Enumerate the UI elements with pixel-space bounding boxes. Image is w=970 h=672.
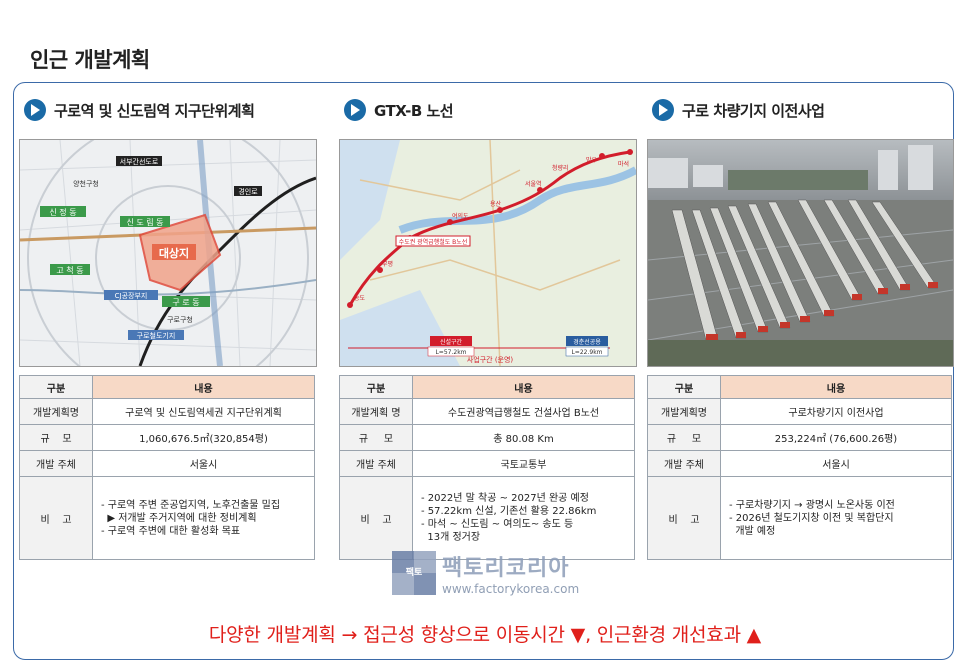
map-label-bupyeong: 부평 xyxy=(382,260,393,268)
watermark-url: www.factorykorea.com xyxy=(442,582,580,596)
row-value-name: 구로역 및 신도림역세권 지구단위계획 xyxy=(92,398,315,425)
map-label-yeouido: 여의도 xyxy=(452,212,469,220)
table-head-key: 구분 xyxy=(19,375,93,399)
map-label-maseok: 마석 xyxy=(618,160,629,168)
row-key-name: 개발계획 명 xyxy=(339,398,413,425)
slogan: 다양한 개발계획 → 접근성 향상으로 이동시간 ▼, 인근환경 개선효과 ▲ xyxy=(208,624,762,646)
map-label-depot: 구로철도기지 xyxy=(137,331,176,340)
page-title: 인근 개발계획 xyxy=(30,48,150,72)
row-key-note: 비 고 xyxy=(339,476,413,560)
map-label-cj: CJ공장부지 xyxy=(115,291,148,300)
map-label-new-section: 신설구간 xyxy=(440,338,463,346)
map-label-guro-office: 구로구청 xyxy=(167,316,193,324)
note-line: - 구로역 주변 준공업지역, 노후건출물 밀집 xyxy=(101,499,281,511)
table-head-value: 내용 xyxy=(412,375,635,399)
note-line: - 구로차량기지 → 광명시 노온사동 이전 xyxy=(729,499,895,511)
route-map-image: 수도권 광역급행철도 B노선 부평 송도 여의도 용산 서울역 청량리 망우 마… xyxy=(339,139,637,367)
row-value-note: - 구로차량기지 → 광명시 노온사동 이전 - 2026년 철도기지창 이전 … xyxy=(720,476,952,560)
watermark-name: 팩토리코리아 xyxy=(442,556,570,581)
row-key-name: 개발계획명 xyxy=(19,398,93,425)
play-icon xyxy=(24,99,46,121)
row-value-note: - 2022년 말 착공 ~ 2027년 완공 예정 - 57.22km 신설,… xyxy=(412,476,635,560)
row-value-agent: 서울시 xyxy=(720,450,952,477)
row-value-scale: 253,224㎡ (76,600.26평) xyxy=(720,424,952,451)
column-title: 구로역 및 신도림역 지구단위계획 xyxy=(54,101,255,120)
district-map-image: 대상지 구 로 동 신 도 림 동 CJ공장부지 구로철도기지 서부간선도로 경… xyxy=(19,139,317,367)
table-head-value: 내용 xyxy=(92,375,315,399)
plan-table: 구분 내용 개발계획 명 수도권광역급행철도 건설사업 B노선 규 모총 80.08… xyxy=(339,375,635,560)
note-line: 13개 정거장 xyxy=(421,532,481,543)
map-label-gyeongin: 경인로 xyxy=(238,187,258,196)
map-label-yangcheon: 양천구청 xyxy=(73,179,99,188)
row-key-note: 비 고 xyxy=(19,476,93,560)
table-head-key: 구분 xyxy=(339,375,413,399)
map-label-shared-length: L=22.9km xyxy=(571,349,602,356)
row-key-agent: 개발 주체 xyxy=(647,450,721,477)
row-value-agent: 국토교통부 xyxy=(412,450,635,477)
note-line: - 마석 ~ 신도림 ~ 여의도~ 송도 등 xyxy=(421,519,574,530)
depot-photo xyxy=(647,139,954,367)
map-label-yongsan: 용산 xyxy=(490,200,502,208)
map-label-shared: 경춘선공용 xyxy=(573,338,601,346)
map-label-seobu: 서부간선도로 xyxy=(120,157,159,166)
column-header: GTX-B 노선 xyxy=(344,99,454,121)
watermark-logo-text: 팩토 xyxy=(405,568,423,578)
map-label-sindorim-dong: 신 도 림 동 xyxy=(126,217,163,227)
map-label-project-section: 사업구간 (운영) xyxy=(467,355,514,364)
row-value-agent: 서울시 xyxy=(92,450,315,477)
map-label-mangu: 망우 xyxy=(586,156,598,164)
watermark-logo: 팩토 xyxy=(392,551,436,595)
map-label-guro-dong: 구 로 동 xyxy=(172,298,199,307)
row-key-scale: 규 모 xyxy=(647,424,721,451)
column-header: 구로 차량기지 이전사업 xyxy=(652,99,825,121)
plan-table: 구분 내용 개발계획명 구로차량기지 이전사업 규 모 253,224㎡ (76,60… xyxy=(647,375,952,560)
row-key-agent: 개발 주체 xyxy=(339,450,413,477)
note-line: - 57.22km 신설, 기존선 활용 22.86km xyxy=(421,506,597,517)
note-line: - 구로역 주변에 대한 활성화 목표 xyxy=(101,525,241,537)
column-title: 구로 차량기지 이전사업 xyxy=(682,101,825,120)
play-icon xyxy=(652,99,674,121)
note-line: ▶ 저개발 주거지역에 대한 정비계획 xyxy=(101,512,257,524)
row-value-name: 구로차량기지 이전사업 xyxy=(720,398,952,425)
map-label-songdo: 송도 xyxy=(354,294,366,302)
plan-table: 구분 내용 개발계획명 구로역 및 신도림역세권 지구단위계획 규 모 1,060,6… xyxy=(19,375,315,560)
map-label-seoul-stn: 서울역 xyxy=(525,180,542,188)
table-head-value: 내용 xyxy=(720,375,952,399)
row-key-scale: 규 모 xyxy=(339,424,413,451)
map-label-new-length: L=57.2km xyxy=(435,349,466,356)
note-line: 개발 예정 xyxy=(729,525,776,537)
play-icon xyxy=(344,99,366,121)
note-line: - 2022년 말 착공 ~ 2027년 완공 예정 xyxy=(421,493,589,504)
row-value-scale: 총 80.08 Km xyxy=(412,424,635,451)
map-label-cheongnyangni: 청량리 xyxy=(552,164,569,172)
row-value-scale: 1,060,676.5㎡(320,854평) xyxy=(92,424,315,451)
watermark: 팩토 팩토리코리아 www.factorykorea.com xyxy=(392,550,579,596)
map-label-gocheok: 고 척 동 xyxy=(56,266,83,275)
row-key-agent: 개발 주체 xyxy=(19,450,93,477)
row-key-name: 개발계획명 xyxy=(647,398,721,425)
map-label-target: 대상지 xyxy=(159,246,189,260)
table-head-key: 구분 xyxy=(647,375,721,399)
map-label-sinjeong: 신 정 동 xyxy=(49,207,76,217)
column-header: 구로역 및 신도림역 지구단위계획 xyxy=(24,99,255,121)
row-value-note: - 구로역 주변 준공업지역, 노후건출물 밀집 ▶ 저개발 주거지역에 대한 … xyxy=(92,476,315,560)
row-key-scale: 규 모 xyxy=(19,424,93,451)
column-title: GTX-B 노선 xyxy=(374,101,454,120)
row-value-name: 수도권광역급행철도 건설사업 B노선 xyxy=(412,398,635,425)
map-label-gtxb: 수도권 광역급행철도 B노선 xyxy=(399,238,468,246)
row-key-note: 비 고 xyxy=(647,476,721,560)
note-line: - 2026년 철도기지창 이전 및 복합단지 xyxy=(729,512,894,524)
